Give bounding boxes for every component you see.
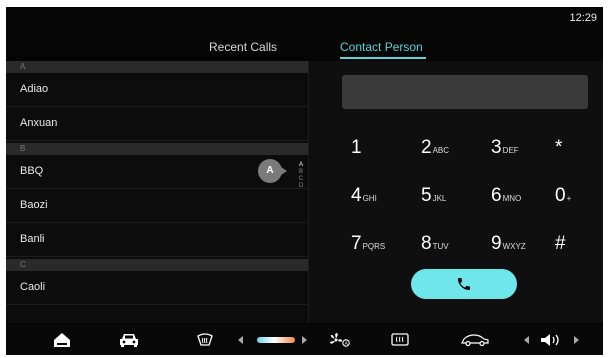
section-header-c: C	[6, 259, 308, 271]
tab-contact-person[interactable]: Contact Person	[340, 40, 423, 54]
car-side-icon[interactable]	[460, 332, 490, 348]
key-digit: 8	[421, 233, 432, 254]
key-digit: 5	[421, 185, 432, 206]
key-digit: *	[555, 137, 563, 158]
key-digit: 0	[555, 185, 566, 206]
tab-bar: Recent Calls Contact Person	[6, 40, 603, 62]
key-5[interactable]: 5JKL	[421, 185, 469, 211]
contact-row[interactable]: Adiao	[6, 73, 308, 107]
volume-icon[interactable]	[539, 332, 563, 348]
index-letter-b[interactable]: B	[296, 169, 306, 176]
key-letters: DEF	[502, 146, 519, 155]
key-digit: 9	[491, 233, 502, 254]
section-header-b: B	[6, 143, 308, 155]
key-letters: TUV	[432, 242, 449, 251]
contact-name: Banli	[20, 233, 45, 245]
volume-decrease-arrow[interactable]	[524, 336, 529, 344]
key-6[interactable]: 6MNO	[491, 185, 539, 211]
fan-auto-icon[interactable]: A	[329, 332, 351, 348]
contact-name: Baozi	[20, 199, 48, 211]
temp-increase-arrow[interactable]	[302, 336, 307, 344]
key-star[interactable]: *	[555, 137, 603, 163]
key-8[interactable]: 8TUV	[421, 233, 469, 259]
key-7[interactable]: 7PQRS	[351, 233, 399, 259]
key-hash[interactable]: #	[555, 233, 603, 259]
key-4[interactable]: 4GHI	[351, 185, 399, 211]
bottom-control-bar: A	[6, 325, 603, 355]
alphabet-index-bar[interactable]: A B C D	[296, 162, 306, 190]
key-digit: 7	[351, 233, 362, 254]
contact-row[interactable]: Caoli	[6, 271, 308, 305]
front-defrost-icon[interactable]	[196, 332, 214, 348]
key-letters: ABC	[432, 146, 450, 155]
contact-row[interactable]: Anxuan	[6, 107, 308, 141]
active-tab-indicator	[340, 57, 426, 59]
key-digit: 4	[351, 185, 362, 206]
key-1[interactable]: 1	[351, 137, 399, 163]
key-letters: PQRS	[362, 242, 386, 251]
current-letter-bubble: A	[258, 159, 282, 183]
key-digit: 3	[491, 137, 502, 158]
status-time: 12:29	[569, 12, 597, 24]
index-letter-a[interactable]: A	[296, 162, 306, 169]
contacts-list[interactable]: A Adiao Anxuan B BBQ Baozi Banli C Caoli…	[6, 61, 309, 323]
home-icon[interactable]	[53, 332, 71, 348]
call-button[interactable]	[411, 269, 517, 299]
key-digit: 1	[351, 137, 362, 158]
rear-defrost-icon[interactable]	[390, 332, 410, 348]
car-icon[interactable]	[119, 332, 139, 348]
key-digit: #	[555, 233, 566, 254]
key-letters: WXYZ	[502, 242, 526, 251]
index-letter-c[interactable]: C	[296, 176, 306, 183]
contact-name: Caoli	[20, 281, 46, 293]
contact-name: Anxuan	[20, 117, 58, 129]
contact-row[interactable]: Baozi	[6, 189, 308, 223]
key-0[interactable]: 0+	[555, 185, 603, 211]
key-letters: MNO	[502, 194, 522, 203]
dialpad-panel: 1 2ABC 3DEF * 4GHI 5JKL 6MNO 0+ 7PQRS 8T…	[309, 61, 603, 323]
key-9[interactable]: 9WXYZ	[491, 233, 539, 259]
key-digit: 6	[491, 185, 502, 206]
section-header-a: A	[6, 61, 308, 73]
key-digit: 2	[421, 137, 432, 158]
key-3[interactable]: 3DEF	[491, 137, 539, 163]
volume-increase-arrow[interactable]	[574, 336, 579, 344]
car-infotainment-screen: 12:29 Recent Calls Contact Person A Adia…	[6, 7, 603, 355]
key-letters: GHI	[362, 194, 377, 203]
phone-icon	[458, 278, 470, 290]
temperature-slider[interactable]	[257, 337, 295, 343]
key-letters: JKL	[432, 194, 447, 203]
contact-row[interactable]: Banli	[6, 223, 308, 257]
key-2[interactable]: 2ABC	[421, 137, 469, 163]
index-letter-d[interactable]: D	[296, 183, 306, 190]
temp-decrease-arrow[interactable]	[238, 336, 243, 344]
contact-name: BBQ	[20, 165, 44, 177]
bubble-pointer	[281, 167, 287, 175]
contact-name: Adiao	[20, 83, 49, 95]
number-display[interactable]	[342, 75, 588, 109]
tab-recent-calls[interactable]: Recent Calls	[209, 40, 277, 54]
key-letters: +	[566, 194, 572, 203]
